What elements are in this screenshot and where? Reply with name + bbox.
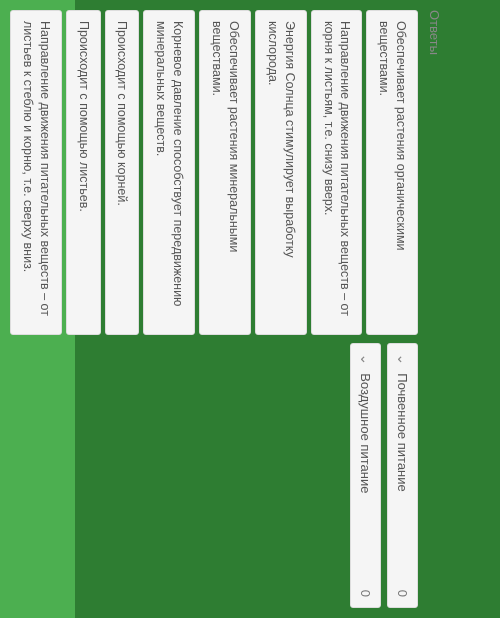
statements-column: Обеспечивает растения органическими веще… <box>10 10 418 335</box>
statement-card[interactable]: Происходит с помощью корней. <box>105 10 140 335</box>
statement-card[interactable]: Корневое давление способствует передвиже… <box>144 10 196 335</box>
statement-card[interactable]: Происходит с помощью листьев. <box>66 10 101 335</box>
content-area: Обеспечивает растения органическими веще… <box>0 0 423 618</box>
category-label: Почвенное питание <box>395 373 410 590</box>
chevron-down-icon: ⌄ <box>394 354 411 366</box>
category-soil[interactable]: ⌄ Почвенное питание 0 <box>387 343 418 609</box>
statement-card[interactable]: Энергия Солнца стимулирует выработку кис… <box>255 10 307 335</box>
category-label: Воздушное питание <box>358 373 373 590</box>
statement-card[interactable]: Направление движения питательных веществ… <box>311 10 363 335</box>
categories-column: ⌄ Почвенное питание 0 ⌄ Воздушное питани… <box>10 343 418 609</box>
statement-card[interactable]: Обеспечивает растения органическими веще… <box>367 10 419 335</box>
category-count: 0 <box>395 590 410 597</box>
chevron-down-icon: ⌄ <box>357 354 374 366</box>
statement-card[interactable]: Направление движения питательных веществ… <box>10 10 62 335</box>
statement-card[interactable]: Обеспечивает растения минеральными вещес… <box>199 10 251 335</box>
category-air[interactable]: ⌄ Воздушное питание 0 <box>350 343 381 609</box>
answers-label: Ответы <box>427 10 442 55</box>
category-count: 0 <box>358 590 373 597</box>
